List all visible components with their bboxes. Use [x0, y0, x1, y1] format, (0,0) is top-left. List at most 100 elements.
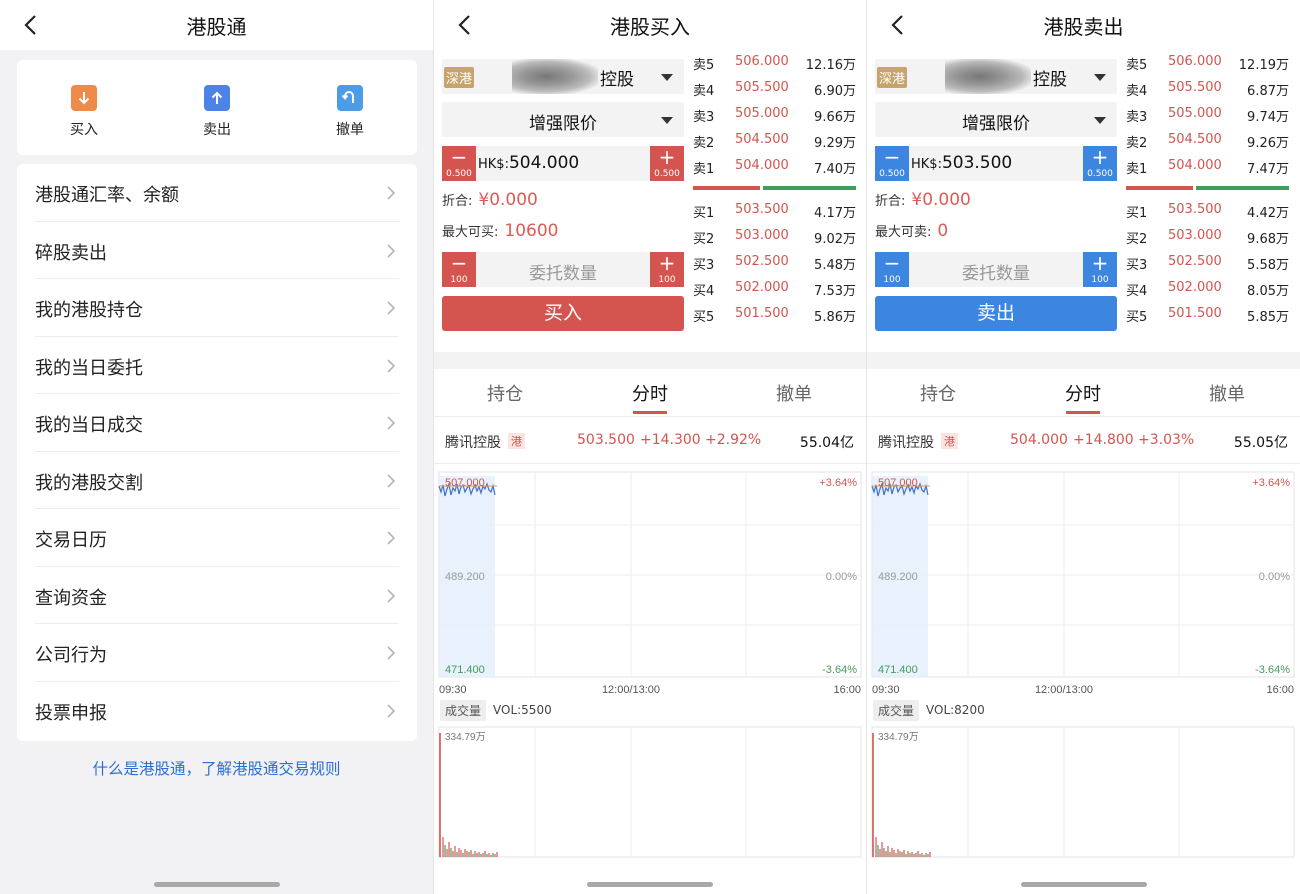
qty-step-label: 100: [658, 275, 676, 285]
menu-item-corporate-actions[interactable]: 公司行为: [35, 624, 399, 682]
order-type-selector[interactable]: 增强限价: [442, 102, 684, 137]
price-increment-button[interactable]: +0.500: [650, 146, 684, 181]
volume-indicator-button[interactable]: 成交量: [440, 700, 487, 721]
bid-price[interactable]: 503.500: [1168, 202, 1222, 217]
tab-holdings[interactable]: 持仓: [455, 380, 555, 406]
menu-item-settlement[interactable]: 我的港股交割: [35, 452, 399, 509]
price-increment-button[interactable]: +0.500: [1083, 146, 1117, 181]
ask-qty: 7.40万: [814, 162, 856, 177]
ask-price[interactable]: 504.000: [1168, 158, 1222, 173]
menu-item-today-trades[interactable]: 我的当日成交: [35, 394, 399, 452]
home-indicator[interactable]: [1020, 882, 1147, 887]
ask-price[interactable]: 504.500: [735, 132, 789, 147]
price-decrement-button[interactable]: −0.500: [442, 146, 476, 181]
bid-price[interactable]: 501.500: [735, 306, 789, 321]
ask-label: 卖5: [693, 58, 715, 73]
bid-ask-ratio-bar: [1126, 186, 1289, 190]
quantity-input[interactable]: 委托数量: [909, 259, 1083, 284]
volume-readout: VOL:8200: [926, 703, 985, 717]
stock-selector[interactable]: 深港 控股: [875, 59, 1117, 94]
quote-change-pct: +2.92%: [705, 432, 762, 448]
bid-qty: 4.17万: [814, 206, 856, 221]
ask-row: 卖5 506.000 12.16万: [693, 50, 856, 76]
bid-qty: 5.48万: [814, 258, 856, 273]
bid-price[interactable]: 503.000: [735, 228, 789, 243]
quote-turnover: 55.04亿: [799, 435, 854, 451]
order-type-selector[interactable]: 增强限价: [875, 102, 1117, 137]
quantity-input[interactable]: 委托数量: [476, 259, 650, 284]
page-title: 港股卖出: [1043, 15, 1124, 39]
ask-price[interactable]: 505.000: [1168, 106, 1222, 121]
bid-qty: 5.86万: [814, 310, 856, 325]
ask-price[interactable]: 506.000: [735, 54, 789, 69]
menu-item-holdings[interactable]: 我的港股持仓: [35, 279, 399, 337]
ask-price[interactable]: 505.500: [1168, 80, 1222, 95]
ask-price[interactable]: 506.000: [1168, 54, 1222, 69]
menu-item-exchange-rate[interactable]: 港股通汇率、余额: [35, 164, 399, 222]
qty-decrement-button[interactable]: −100: [875, 252, 909, 287]
menu-item-query-funds[interactable]: 查询资金: [35, 567, 399, 624]
ask-price[interactable]: 505.000: [735, 106, 789, 121]
plus-icon: +: [658, 145, 676, 169]
buy-action-button[interactable]: 买入: [49, 85, 119, 139]
ask-label: 卖2: [693, 136, 715, 151]
menu-item-label: 交易日历: [35, 530, 107, 551]
intraday-chart[interactable]: 507.000 489.200 471.400 +3.64% 0.00% -3.64% 09…: [434, 470, 866, 890]
bid-price[interactable]: 502.500: [735, 254, 789, 269]
chevron-right-icon: [387, 703, 396, 718]
rules-link[interactable]: 什么是港股通，了解港股通交易规则: [0, 757, 433, 779]
tab-cancel[interactable]: 撤单: [744, 380, 844, 406]
tab-label: 持仓: [487, 384, 523, 405]
price-decrement-button[interactable]: −0.500: [875, 146, 909, 181]
ask-label: 卖1: [1126, 162, 1148, 177]
intraday-chart[interactable]: 507.000 489.200 471.400 +3.64% 0.00% -3.64% 09…: [867, 470, 1299, 890]
qty-decrement-button[interactable]: −100: [442, 252, 476, 287]
bid-label: 买5: [1126, 310, 1148, 325]
minus-icon: −: [450, 145, 468, 169]
tab-holdings[interactable]: 持仓: [888, 380, 988, 406]
volume-grid-frame: [871, 726, 1295, 858]
bid-price[interactable]: 503.000: [1168, 228, 1222, 243]
menu-item-voting[interactable]: 投票申报: [35, 682, 399, 740]
ask-row: 卖4 505.500 6.90万: [693, 76, 856, 102]
qty-step-label: 100: [1091, 275, 1109, 285]
menu-item-today-orders[interactable]: 我的当日委托: [35, 337, 399, 394]
menu-item-label: 我的当日委托: [35, 357, 143, 379]
bid-price[interactable]: 502.000: [1168, 280, 1222, 295]
quote-change-pct: +3.03%: [1138, 432, 1195, 448]
quantity-stepper: −100 委托数量 +100: [875, 252, 1117, 287]
bid-row: 买5 501.500 5.86万: [693, 302, 856, 328]
volume-readout: VOL:5500: [493, 703, 552, 717]
qty-increment-button[interactable]: +100: [650, 252, 684, 287]
ask-price[interactable]: 504.000: [735, 158, 789, 173]
price-input[interactable]: HK$:504.000: [478, 153, 579, 173]
bid-price[interactable]: 502.500: [1168, 254, 1222, 269]
buy-submit-button[interactable]: 买入: [442, 296, 684, 331]
ask-price[interactable]: 505.500: [735, 80, 789, 95]
plus-icon: +: [1091, 251, 1109, 275]
home-indicator[interactable]: [587, 882, 713, 887]
price-value: 503.500: [941, 153, 1013, 173]
volume-indicator-button[interactable]: 成交量: [873, 700, 920, 721]
stock-selector[interactable]: 深港 控股: [442, 59, 684, 94]
sell-action-button[interactable]: 卖出: [182, 85, 252, 139]
tab-intraday[interactable]: 分时: [1033, 380, 1133, 414]
stock-name-suffix: 控股: [1033, 70, 1067, 90]
max-sell-label: 最大可卖:: [875, 225, 932, 240]
menu-item-trading-calendar[interactable]: 交易日历: [35, 509, 399, 567]
ask-price[interactable]: 504.500: [1168, 132, 1222, 147]
section-gap: [867, 352, 1300, 369]
tab-cancel[interactable]: 撤单: [1177, 380, 1277, 406]
sell-submit-button[interactable]: 卖出: [875, 296, 1117, 331]
bid-row: 买2 503.000 9.68万: [1126, 224, 1289, 250]
price-input[interactable]: HK$:503.500: [911, 153, 1012, 173]
home-indicator[interactable]: [153, 882, 280, 887]
bid-price[interactable]: 502.000: [735, 280, 789, 295]
bid-row: 买2 503.000 9.02万: [693, 224, 856, 250]
qty-increment-button[interactable]: +100: [1083, 252, 1117, 287]
bid-price[interactable]: 501.500: [1168, 306, 1222, 321]
menu-item-odd-lot-sell[interactable]: 碎股卖出: [35, 222, 399, 279]
bid-price[interactable]: 503.500: [735, 202, 789, 217]
tab-intraday[interactable]: 分时: [600, 380, 700, 414]
cancel-order-action-button[interactable]: 撤单: [315, 85, 385, 139]
